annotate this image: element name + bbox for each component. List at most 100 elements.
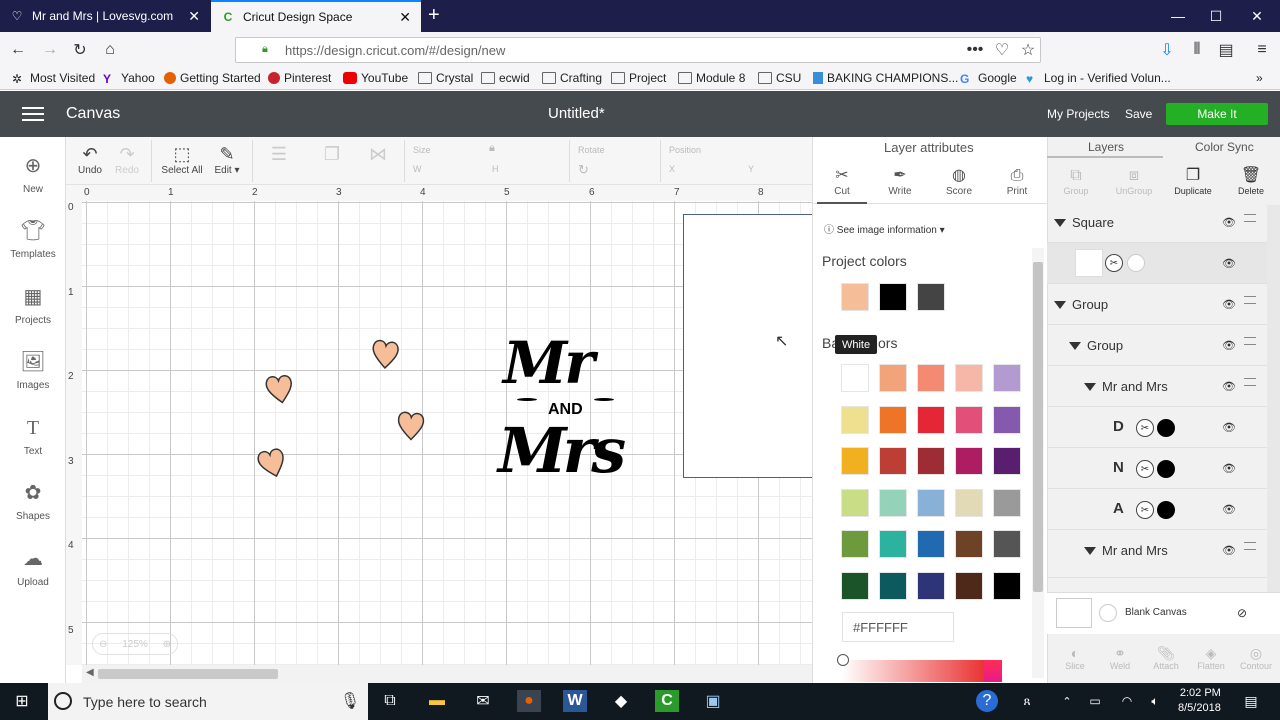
maximize-window-icon[interactable]: ☐ [1193, 0, 1239, 32]
home-icon[interactable]: ⌂ [98, 39, 122, 61]
tab-write[interactable]: ✒ Write [875, 166, 925, 197]
basic-color-swatch[interactable] [955, 488, 983, 517]
sidebar-item-upload[interactable]: ☁ Upload [0, 547, 66, 588]
hearts-design[interactable] [250, 330, 440, 495]
wifi-icon[interactable]: ◠ [1115, 690, 1139, 712]
layer-row-mr-and-mrs[interactable]: Mr and Mrs 👁︎ [1047, 530, 1267, 578]
attributes-scroll-thumb[interactable] [1033, 262, 1043, 592]
tab-cut[interactable]: ✂ Cut [817, 166, 867, 204]
basic-color-swatch[interactable] [917, 530, 945, 558]
sidebar-item-new[interactable]: ⊕ New [0, 154, 66, 195]
layer-row-square-shape[interactable]: ✂ 👁︎ [1047, 243, 1267, 284]
battery-icon[interactable]: ▭ [1083, 690, 1107, 712]
sidebar-item-projects[interactable]: ▦ Projects [0, 285, 66, 326]
basic-color-swatch[interactable] [955, 405, 983, 434]
notifications-icon[interactable]: ▤ [1239, 690, 1263, 712]
basic-color-swatch[interactable] [879, 571, 907, 600]
weld-button[interactable]: ⚭ Weld [1097, 645, 1143, 671]
drag-handle-icon[interactable] [1244, 542, 1256, 550]
volume-icon[interactable]: 🔈︎ [1143, 690, 1167, 712]
layer-row-n[interactable]: N ✂ 👁︎ [1047, 448, 1267, 489]
hex-color-input[interactable] [842, 612, 954, 642]
bookmark-most-visited[interactable]: ✲ Most Visited [12, 71, 95, 86]
bookmark-baking-champions[interactable]: BAKING CHAMPIONS... [813, 71, 958, 85]
edit-dropdown[interactable]: ✎ Edit ▾ [210, 143, 244, 176]
microphone-icon[interactable]: 🎙︎ [338, 690, 362, 712]
close-tab-icon[interactable]: ✕ [399, 9, 411, 26]
bookmark-youtube[interactable]: YouTube [343, 71, 408, 85]
bookmark-star-icon[interactable]: ☆ [1016, 39, 1040, 61]
layer-color-dot[interactable] [1157, 460, 1175, 478]
eye-icon[interactable]: 👁︎ [1222, 462, 1236, 475]
menu-icon[interactable]: ≡ [1250, 39, 1274, 61]
taskbar-clock[interactable]: 2:02 PM 8/5/2018 [1178, 686, 1221, 716]
eye-icon[interactable]: 👁︎ [1222, 216, 1236, 229]
sidebar-item-shapes[interactable]: ✿ Shapes [0, 481, 66, 522]
new-tab-button[interactable]: + [428, 5, 440, 25]
tab-score[interactable]: ◍ Score [934, 166, 984, 197]
eye-icon[interactable]: 👁︎ [1222, 298, 1236, 311]
basic-color-swatch[interactable] [993, 488, 1021, 517]
project-color-swatch[interactable] [879, 283, 907, 311]
basic-color-swatch[interactable] [955, 364, 983, 392]
basic-color-swatch[interactable] [879, 488, 907, 517]
basic-color-swatch[interactable] [955, 571, 983, 600]
page-actions-icon[interactable]: ••• [963, 39, 987, 61]
basic-color-swatch[interactable] [917, 447, 945, 475]
undo-button[interactable]: ↶ Undo [76, 143, 104, 176]
heart-icon[interactable] [265, 375, 293, 404]
drag-handle-icon[interactable] [1244, 337, 1256, 345]
tray-overflow-icon[interactable]: ⌃ [1055, 690, 1079, 712]
basic-color-swatch[interactable] [841, 364, 869, 392]
redo-button[interactable]: ↷ Redo [113, 143, 141, 176]
file-explorer-icon[interactable]: ▬ [425, 690, 449, 712]
basic-color-swatch[interactable] [879, 364, 907, 392]
align-button[interactable]: ☰ [262, 143, 296, 165]
download-icon[interactable]: ⇩ [1155, 39, 1179, 61]
attach-button[interactable]: 📎︎ Attach [1143, 645, 1189, 671]
heart-icon[interactable] [371, 339, 399, 370]
square-shape[interactable] [683, 214, 812, 478]
back-arrow-icon[interactable]: ← [6, 39, 30, 61]
layer-row-square[interactable]: Square 👁︎ [1047, 202, 1267, 243]
layer-color-dot[interactable] [1157, 501, 1175, 519]
eye-icon[interactable]: 👁︎ [1222, 380, 1236, 393]
collapse-triangle-icon[interactable] [1069, 342, 1081, 350]
delete-button[interactable]: 🗑︎ Delete [1223, 166, 1279, 196]
zoom-out-icon[interactable]: ⊖ [99, 639, 107, 650]
tab-color-sync[interactable]: Color Sync [1195, 140, 1254, 154]
close-window-icon[interactable]: ✕ [1234, 0, 1280, 32]
make-it-button[interactable]: Make It [1166, 103, 1268, 125]
basic-color-swatch[interactable] [841, 571, 869, 600]
basic-color-swatch[interactable] [879, 530, 907, 558]
scroll-left-icon[interactable]: ◀ [86, 667, 94, 678]
basic-color-swatch[interactable] [993, 571, 1021, 600]
layer-row-d[interactable]: D ✂ 👁︎ [1047, 407, 1267, 448]
sidebar-toggle-icon[interactable]: ▤ [1214, 39, 1238, 61]
blank-canvas-swatch[interactable] [1056, 598, 1092, 628]
layer-row-mr-and-mrs[interactable]: Mr and Mrs 👁︎ [1047, 366, 1267, 407]
image-information-toggle[interactable]: ⓘ See image information ▾ [824, 221, 945, 236]
basic-color-swatch[interactable] [917, 364, 945, 392]
contour-button[interactable]: ◎ Contour [1232, 645, 1280, 671]
flip-button[interactable]: ⋈ [362, 143, 394, 165]
help-icon[interactable]: ? [976, 690, 998, 712]
duplicate-button[interactable]: ❐ Duplicate [1165, 166, 1221, 196]
project-color-swatch[interactable] [917, 283, 945, 311]
drag-handle-icon[interactable] [1244, 214, 1256, 222]
layer-row-group[interactable]: Group 👁︎ [1047, 284, 1267, 325]
horizontal-scroll-thumb[interactable] [98, 669, 278, 679]
basic-color-swatch[interactable] [879, 405, 907, 434]
sidebar-item-text[interactable]: T Text [0, 416, 66, 457]
mrs-design-text[interactable]: Mrs [498, 416, 626, 486]
drag-handle-icon[interactable] [1244, 296, 1256, 304]
app-window-icon[interactable]: ▣ [701, 690, 725, 712]
drag-handle-icon[interactable] [1244, 378, 1256, 386]
eye-icon[interactable]: 👁︎ [1222, 421, 1236, 434]
basic-color-swatch[interactable] [955, 447, 983, 475]
bookmark-project[interactable]: Project [611, 71, 666, 85]
my-projects-link[interactable]: My Projects [1047, 107, 1110, 121]
basic-color-swatch[interactable] [993, 530, 1021, 558]
tab-layers[interactable]: Layers [1088, 140, 1124, 154]
eye-icon[interactable]: 👁︎ [1222, 503, 1236, 516]
